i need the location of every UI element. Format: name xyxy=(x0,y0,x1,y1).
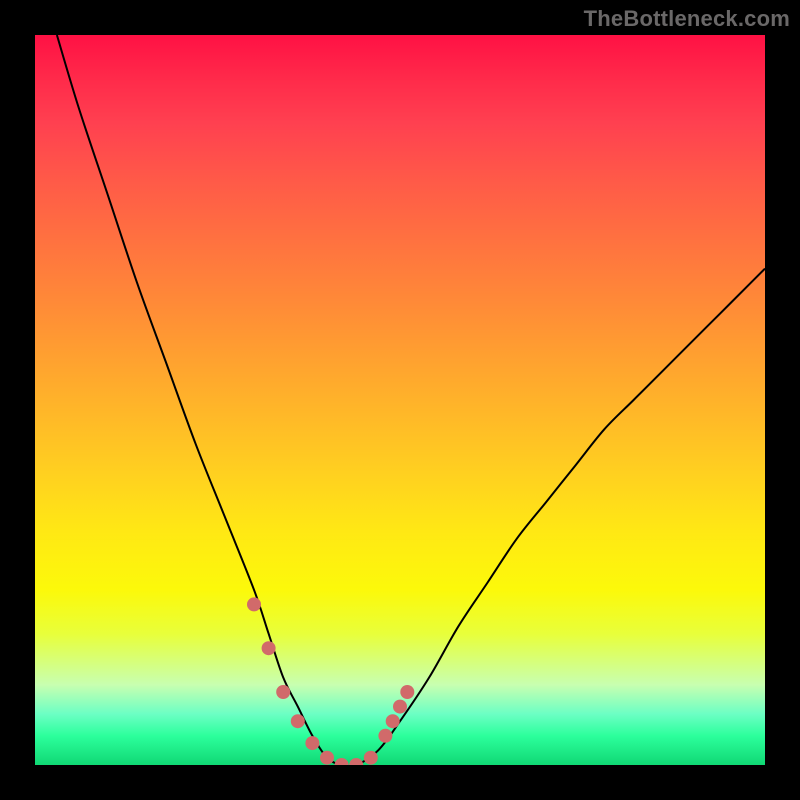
highlight-marker xyxy=(349,758,363,765)
highlight-marker xyxy=(291,714,305,728)
highlight-marker xyxy=(386,714,400,728)
highlight-marker xyxy=(305,736,319,750)
highlight-marker xyxy=(320,751,334,765)
highlight-marker xyxy=(262,641,276,655)
highlight-marker xyxy=(393,700,407,714)
chart-frame: TheBottleneck.com xyxy=(0,0,800,800)
highlight-marker xyxy=(378,729,392,743)
plot-area xyxy=(35,35,765,765)
curve-layer xyxy=(35,35,765,765)
highlight-marker xyxy=(364,751,378,765)
bottleneck-curve xyxy=(57,35,765,765)
highlight-marker xyxy=(276,685,290,699)
highlight-marker xyxy=(247,597,261,611)
highlight-marker xyxy=(400,685,414,699)
highlight-marker xyxy=(335,758,349,765)
watermark-text: TheBottleneck.com xyxy=(584,6,790,32)
